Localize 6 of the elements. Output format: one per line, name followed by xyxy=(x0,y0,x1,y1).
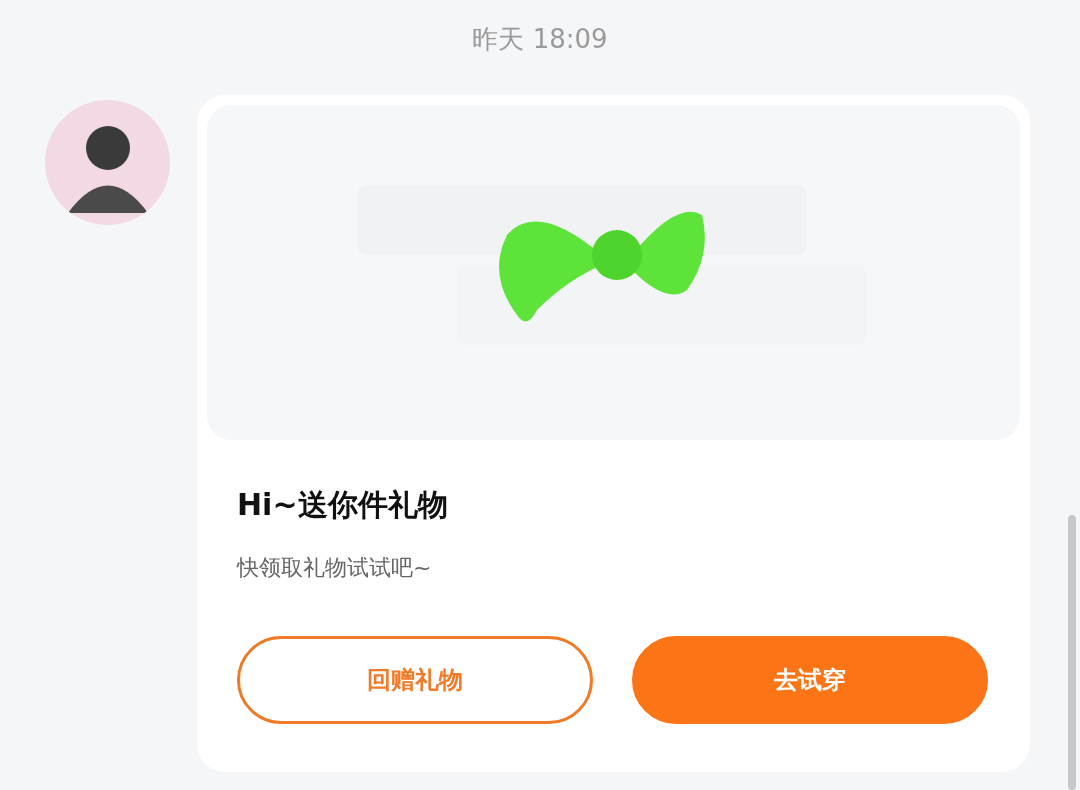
timestamp: 昨天 18:09 xyxy=(472,22,608,56)
gift-button[interactable]: 回赠礼物 xyxy=(237,636,593,724)
message-title: Hi~送你件礼物 xyxy=(237,486,449,524)
message-subtitle: 快领取礼物试试吧~ xyxy=(237,554,433,582)
scrollbar-thumb[interactable] xyxy=(1068,515,1076,790)
gift-button[interactable]: 去试穿 xyxy=(632,636,988,724)
